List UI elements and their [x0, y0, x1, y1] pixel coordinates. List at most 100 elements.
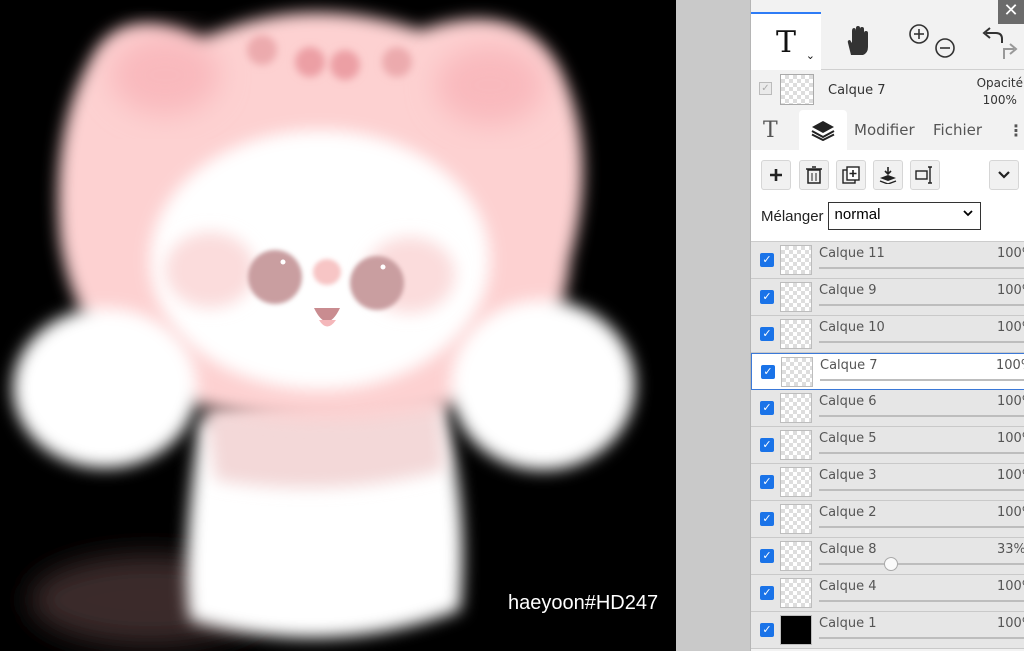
active-layer-checkbox[interactable]: ✓: [759, 82, 772, 95]
layer-thumbnail[interactable]: [780, 282, 812, 312]
merge-down-button[interactable]: [873, 160, 903, 190]
opacity-readout: Opacité 100%: [977, 75, 1023, 109]
zoom-in-out-icon: [909, 24, 955, 58]
layer-name[interactable]: Calque 2: [819, 505, 877, 520]
layer-row[interactable]: ✓ Calque 3 100%: [751, 464, 1024, 501]
layer-opacity-slider[interactable]: [819, 267, 1024, 269]
blend-mode-label: Mélanger: [761, 207, 824, 225]
layer-name[interactable]: Calque 10: [819, 320, 885, 335]
layer-thumbnail[interactable]: [780, 615, 812, 645]
layer-opacity-slider[interactable]: [819, 489, 1024, 491]
plus-icon: [770, 169, 782, 181]
layer-thumbnail[interactable]: [780, 245, 812, 275]
tab-layers[interactable]: [799, 110, 847, 150]
layer-opacity-slider[interactable]: [819, 526, 1024, 528]
layer-thumbnail[interactable]: [780, 541, 812, 571]
layer-thumbnail[interactable]: [781, 357, 813, 387]
layer-thumbnail[interactable]: [780, 504, 812, 534]
layer-visibility-checkbox[interactable]: ✓: [760, 586, 774, 600]
layer-visibility-checkbox[interactable]: ✓: [760, 549, 774, 563]
layer-name[interactable]: Calque 4: [819, 579, 877, 594]
layer-opacity-value: 33%: [997, 542, 1024, 557]
layer-visibility-checkbox[interactable]: ✓: [760, 438, 774, 452]
trash-icon: [806, 166, 822, 184]
layer-opacity-slider[interactable]: [819, 600, 1024, 602]
layer-opacity-slider[interactable]: [819, 452, 1024, 454]
layer-thumbnail[interactable]: [780, 578, 812, 608]
chevron-down-icon: [998, 171, 1010, 179]
layer-row[interactable]: ✓ Calque 1 100%: [751, 612, 1024, 649]
layer-opacity-slider[interactable]: [819, 341, 1024, 343]
layer-thumbnail[interactable]: [780, 467, 812, 497]
tab-modify[interactable]: Modifier: [854, 110, 915, 150]
layer-opacity-slider[interactable]: [819, 637, 1024, 639]
layer-row[interactable]: ✓ Calque 10 100%: [751, 316, 1024, 353]
layer-row[interactable]: ✓ Calque 6 100%: [751, 390, 1024, 427]
layer-name[interactable]: Calque 6: [819, 394, 877, 409]
chevron-down-icon: [962, 207, 974, 222]
layer-name[interactable]: Calque 11: [819, 246, 885, 261]
layer-name[interactable]: Calque 1: [819, 616, 877, 631]
layer-opacity-value: 100%: [997, 579, 1024, 594]
layer-opacity-value: 100%: [997, 394, 1024, 409]
layer-opacity-value: 100%: [997, 320, 1024, 335]
opacity-label: Opacité: [976, 76, 1023, 90]
layer-visibility-checkbox[interactable]: ✓: [760, 512, 774, 526]
layer-opacity-value: 100%: [997, 283, 1024, 298]
opacity-value[interactable]: 100%: [977, 92, 1023, 109]
text-T-icon: T: [775, 24, 796, 60]
tab-text[interactable]: T: [763, 110, 778, 150]
layer-opacity-slider[interactable]: [819, 415, 1024, 417]
layer-row[interactable]: ✓ Calque 5 100%: [751, 427, 1024, 464]
duplicate-layer-button[interactable]: [836, 160, 866, 190]
layer-thumbnail[interactable]: [780, 430, 812, 460]
blend-mode-select[interactable]: normal: [827, 202, 981, 230]
layer-visibility-checkbox[interactable]: ✓: [760, 623, 774, 637]
layer-visibility-checkbox[interactable]: ✓: [761, 365, 775, 379]
layer-row[interactable]: ✓ Calque 9 100%: [751, 279, 1024, 316]
add-layer-button[interactable]: [761, 160, 791, 190]
blend-mode-value: normal: [834, 206, 881, 223]
layer-visibility-checkbox[interactable]: ✓: [760, 253, 774, 267]
layer-opacity-slider[interactable]: [819, 563, 1024, 565]
layers-menu-dropdown[interactable]: [989, 160, 1019, 190]
layer-opacity-value: 100%: [997, 431, 1024, 446]
blend-mode-row: Mélanger normal: [761, 202, 981, 230]
delete-layer-button[interactable]: [799, 160, 829, 190]
layer-visibility-checkbox[interactable]: ✓: [760, 401, 774, 415]
layer-settings-icon: [915, 166, 932, 184]
more-options-icon[interactable]: ⋮: [1008, 110, 1024, 150]
hand-tool-button[interactable]: [823, 12, 893, 70]
layer-properties-button[interactable]: [910, 160, 940, 190]
layer-name[interactable]: Calque 7: [820, 358, 878, 373]
layer-name[interactable]: Calque 3: [819, 468, 877, 483]
layer-opacity-value: 100%: [997, 468, 1024, 483]
layer-row[interactable]: ✓ Calque 2 100%: [751, 501, 1024, 538]
layer-visibility-checkbox[interactable]: ✓: [760, 327, 774, 341]
drawing-canvas[interactable]: haeyoon#HD247: [0, 0, 676, 651]
layer-visibility-checkbox[interactable]: ✓: [760, 290, 774, 304]
layer-row[interactable]: ✓ Calque 4 100%: [751, 575, 1024, 612]
layer-thumbnail[interactable]: [780, 393, 812, 423]
layer-opacity-slider[interactable]: [819, 304, 1024, 306]
layer-name[interactable]: Calque 9: [819, 283, 877, 298]
watermark-text: haeyoon#HD247: [508, 592, 659, 614]
layer-opacity-slider-handle[interactable]: [883, 557, 898, 571]
merge-down-icon: [879, 167, 897, 184]
layer-thumbnail[interactable]: [780, 319, 812, 349]
text-tool-button[interactable]: T ⌄: [751, 12, 821, 70]
layer-row[interactable]: ✓ Calque 11 100%: [751, 242, 1024, 279]
tab-file[interactable]: Fichier: [933, 110, 982, 150]
layer-row[interactable]: ✓ Calque 8 33%: [751, 538, 1024, 575]
layers-panel: ✕ T ⌄ ✓ Calque 7 Opacité 100% T Modifier…: [750, 0, 1024, 651]
layer-opacity-slider[interactable]: [820, 379, 1024, 381]
layer-name[interactable]: Calque 8: [819, 542, 877, 557]
undo-redo-icon: [982, 27, 1018, 59]
layer-opacity-value: 100%: [996, 358, 1024, 373]
zoom-tool-button[interactable]: [895, 12, 969, 70]
layer-row[interactable]: ✓ Calque 7 100%: [751, 353, 1024, 390]
layer-visibility-checkbox[interactable]: ✓: [760, 475, 774, 489]
undo-redo-button[interactable]: [973, 12, 1024, 70]
layer-name[interactable]: Calque 5: [819, 431, 877, 446]
active-layer-row: ✓ Calque 7 Opacité 100%: [751, 70, 1024, 110]
